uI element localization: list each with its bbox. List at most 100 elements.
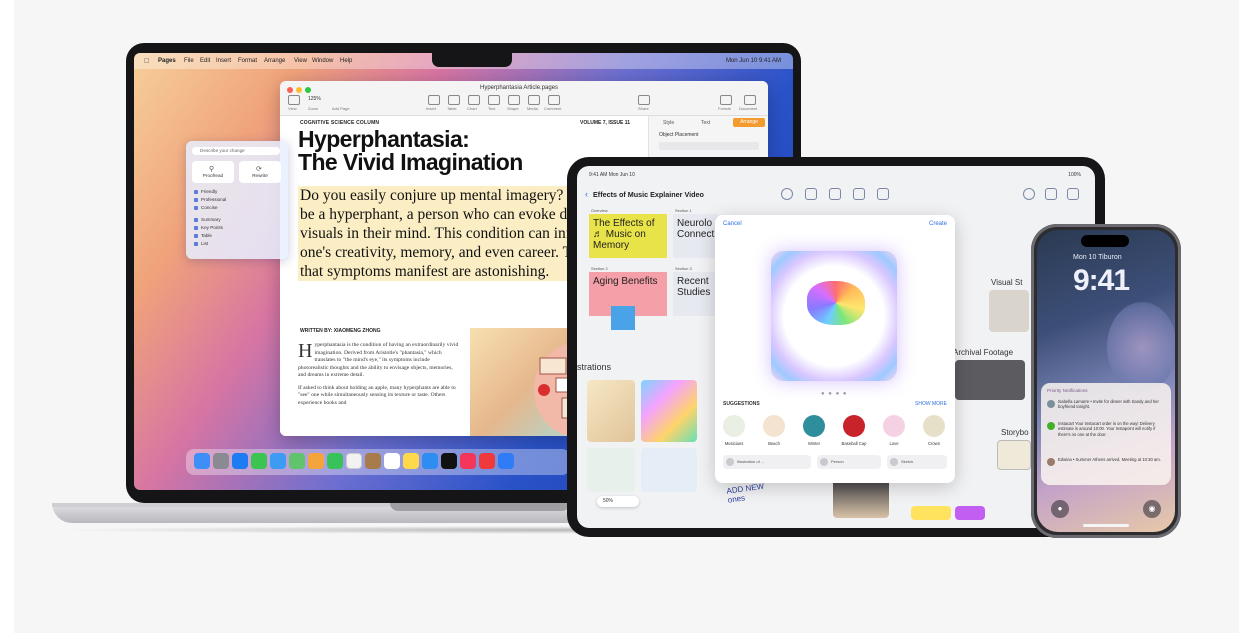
apple-menu-icon[interactable]:  xyxy=(144,58,149,65)
home-indicator[interactable] xyxy=(1083,524,1129,527)
suggestion-love-icon[interactable] xyxy=(883,415,905,437)
shape-icon[interactable] xyxy=(508,95,520,105)
storyboard-frame[interactable] xyxy=(997,440,1031,470)
person-chip[interactable]: Person xyxy=(817,455,881,469)
facetime-icon[interactable] xyxy=(327,453,343,469)
yellow-sticky[interactable] xyxy=(911,506,951,520)
notification-item[interactable]: Instacart Your Instacart order is on the… xyxy=(1047,421,1165,437)
more-icon[interactable] xyxy=(1067,188,1079,200)
contacts-icon[interactable] xyxy=(365,453,381,469)
style-chip[interactable]: Sketch xyxy=(887,455,947,469)
mail-icon[interactable] xyxy=(270,453,286,469)
freeform-icon[interactable] xyxy=(422,453,438,469)
notes-icon[interactable] xyxy=(403,453,419,469)
insert-icon[interactable] xyxy=(428,95,440,105)
app-store-icon[interactable] xyxy=(498,453,514,469)
person-photo[interactable] xyxy=(833,478,889,518)
menubar-item-arrange[interactable]: Arrange xyxy=(264,58,285,64)
table-icon[interactable] xyxy=(448,95,460,105)
media-icon[interactable] xyxy=(528,95,540,105)
view-icon[interactable] xyxy=(288,95,300,105)
board-zoom-control[interactable]: 50% xyxy=(597,496,639,507)
purple-sticky[interactable] xyxy=(955,506,985,520)
camera-icon[interactable]: ◉ xyxy=(1143,500,1161,518)
illustration-thumbnail[interactable] xyxy=(641,448,697,492)
sticky-note-music-memory[interactable]: The Effects of ♬ Music on Memory xyxy=(589,214,667,258)
writing-tool-summary[interactable]: Summary xyxy=(194,217,221,222)
menubar-item-file[interactable]: File xyxy=(184,58,194,64)
suggestion-crown-icon[interactable] xyxy=(923,415,945,437)
suggestion-baseball-cap-icon[interactable] xyxy=(843,415,865,437)
finder-icon[interactable] xyxy=(194,453,210,469)
news-icon[interactable] xyxy=(479,453,495,469)
menubar-item-view[interactable]: View xyxy=(294,58,307,64)
writing-tool-table[interactable]: Table xyxy=(194,233,212,238)
note-icon[interactable] xyxy=(805,188,817,200)
calendar-icon[interactable] xyxy=(346,453,362,469)
messages-icon[interactable] xyxy=(251,453,267,469)
illustration-thumbnail[interactable] xyxy=(641,380,697,442)
archival-footage-photos[interactable] xyxy=(955,360,1025,400)
writing-tool-concise[interactable]: Concise xyxy=(194,205,218,210)
illustration-thumbnail[interactable] xyxy=(587,380,635,442)
flashlight-icon[interactable]: ● xyxy=(1051,500,1069,518)
menubar-app-name[interactable]: Pages xyxy=(158,58,176,64)
safari-icon[interactable] xyxy=(232,453,248,469)
illustration-thumbnail[interactable] xyxy=(587,448,635,492)
freeform-board-title[interactable]: Effects of Music Explainer Video xyxy=(593,190,704,199)
writing-tool-list[interactable]: List xyxy=(194,241,208,246)
text-icon[interactable] xyxy=(488,95,500,105)
back-chevron-icon[interactable]: ‹ xyxy=(585,189,588,199)
tv-icon[interactable] xyxy=(441,453,457,469)
page-indicator[interactable]: ● ● ● ● xyxy=(821,391,848,397)
generated-image-preview[interactable] xyxy=(771,251,897,381)
maps-icon[interactable] xyxy=(289,453,305,469)
suggestion-winter-icon[interactable] xyxy=(803,415,825,437)
format-icon[interactable] xyxy=(720,95,732,105)
zoom-window-button[interactable] xyxy=(305,87,311,93)
writing-tool-friendly[interactable]: Friendly xyxy=(194,189,217,194)
zoom-select[interactable]: 125% xyxy=(308,96,321,102)
menubar-item-format[interactable]: Format xyxy=(238,58,257,64)
notification-item[interactable]: Edwina • Summer Athens arrived. Meeting … xyxy=(1047,457,1165,466)
describe-change-input[interactable]: Describe your change xyxy=(192,147,280,155)
visual-style-photo[interactable] xyxy=(989,290,1029,332)
pen-icon[interactable] xyxy=(781,188,793,200)
menubar-item-help[interactable]: Help xyxy=(340,58,352,64)
photos-icon[interactable] xyxy=(308,453,324,469)
menubar-item-edit[interactable]: Edit xyxy=(200,58,210,64)
comment-icon[interactable] xyxy=(548,95,560,105)
launchpad-icon[interactable] xyxy=(213,453,229,469)
sticky-note-recent-studies[interactable]: Recent Studies xyxy=(673,272,717,316)
chart-icon[interactable] xyxy=(468,95,480,105)
proofread-button[interactable]: ⚲ Proofread xyxy=(192,161,234,183)
rewrite-button[interactable]: ⟳ Rewrite xyxy=(239,161,281,183)
collaborate-icon[interactable] xyxy=(1023,188,1035,200)
sidebar-tab-style[interactable]: Style xyxy=(663,120,674,126)
music-icon[interactable] xyxy=(460,453,476,469)
cancel-button[interactable]: Cancel xyxy=(723,221,742,227)
small-sticky-note[interactable] xyxy=(611,306,635,330)
create-button[interactable]: Create xyxy=(929,221,947,227)
sticky-note-neurology[interactable]: Neurolo Connect xyxy=(673,214,717,258)
menubar-item-insert[interactable]: Insert xyxy=(216,58,231,64)
reminders-icon[interactable] xyxy=(384,453,400,469)
sidebar-tab-text[interactable]: Text xyxy=(701,120,710,126)
show-more-link[interactable]: SHOW MORE xyxy=(915,401,947,407)
document-icon[interactable] xyxy=(744,95,756,105)
suggestion-musicians-icon[interactable] xyxy=(723,415,745,437)
suggestion-beach-icon[interactable] xyxy=(763,415,785,437)
menubar-item-window[interactable]: Window xyxy=(312,58,333,64)
priority-notifications-stack[interactable]: Priority Notifications Isabella Lamarre … xyxy=(1041,383,1171,485)
shapes-icon[interactable] xyxy=(829,188,841,200)
share-icon[interactable] xyxy=(638,95,650,105)
sidebar-tab-arrange[interactable]: Arrange xyxy=(733,118,765,127)
prompt-chip[interactable]: Illustration of ... xyxy=(723,455,811,469)
menubar-clock[interactable]: Mon Jun 10 9:41 AM xyxy=(726,58,781,64)
text-box-icon[interactable] xyxy=(853,188,865,200)
object-placement-control[interactable] xyxy=(659,142,759,150)
media-insert-icon[interactable] xyxy=(877,188,889,200)
minimize-window-button[interactable] xyxy=(296,87,302,93)
share-board-icon[interactable] xyxy=(1045,188,1057,200)
writing-tool-key-points[interactable]: Key Points xyxy=(194,225,223,230)
